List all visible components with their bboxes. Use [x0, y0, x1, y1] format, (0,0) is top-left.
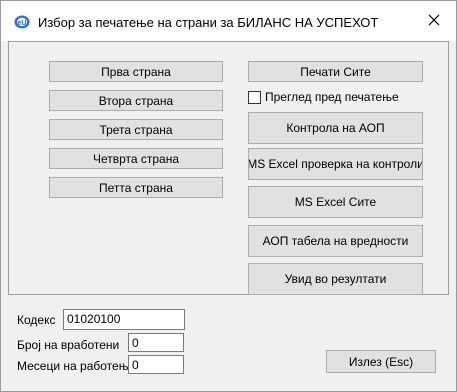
first-page-button[interactable]: Прва страна — [49, 61, 223, 82]
fourth-page-button[interactable]: Четврта страна — [49, 148, 223, 169]
excel-check-button[interactable]: MS Excel проверка на контроли — [248, 148, 423, 180]
window-title: Избор за печатење на страни за БИЛАНС НА… — [38, 15, 379, 30]
aop-table-button[interactable]: АОП табела на вредности — [248, 225, 423, 257]
dialog-window: eU Избор за печатење на страни за БИЛАНС… — [0, 0, 457, 392]
employees-label: Број на вработени — [17, 338, 120, 352]
close-icon — [428, 14, 440, 29]
app-logo-icon: eU — [14, 15, 30, 29]
second-page-button[interactable]: Втора страна — [49, 90, 223, 111]
employees-field[interactable]: 0 — [128, 333, 184, 352]
title-bar[interactable]: eU Избор за печатење на страни за БИЛАНС… — [1, 1, 456, 41]
svg-text:eU: eU — [18, 20, 27, 27]
excel-all-button[interactable]: MS Excel Сите — [248, 186, 423, 218]
preview-checkbox[interactable] — [248, 90, 261, 104]
print-all-button[interactable]: Печати Сите — [248, 61, 423, 82]
preview-label: Преглед пред печатење — [265, 90, 399, 104]
close-button[interactable] — [411, 1, 456, 41]
fifth-page-button[interactable]: Петта страна — [49, 177, 223, 198]
view-results-button[interactable]: Увид во резултати — [248, 263, 423, 295]
aop-control-button[interactable]: Контрола на АОП — [248, 112, 423, 144]
exit-button[interactable]: Излез (Esc) — [326, 350, 436, 373]
months-field[interactable]: 0 — [128, 355, 184, 374]
dialog-content: Прва страна Втора страна Трета страна Че… — [8, 41, 449, 384]
preview-checkbox-row[interactable]: Преглед пред печатење — [248, 90, 399, 104]
months-label: Месеци на работење — [17, 359, 136, 373]
code-label: Кодекс — [17, 313, 56, 327]
code-field[interactable]: 01020100 — [63, 309, 185, 330]
third-page-button[interactable]: Трета страна — [49, 119, 223, 140]
